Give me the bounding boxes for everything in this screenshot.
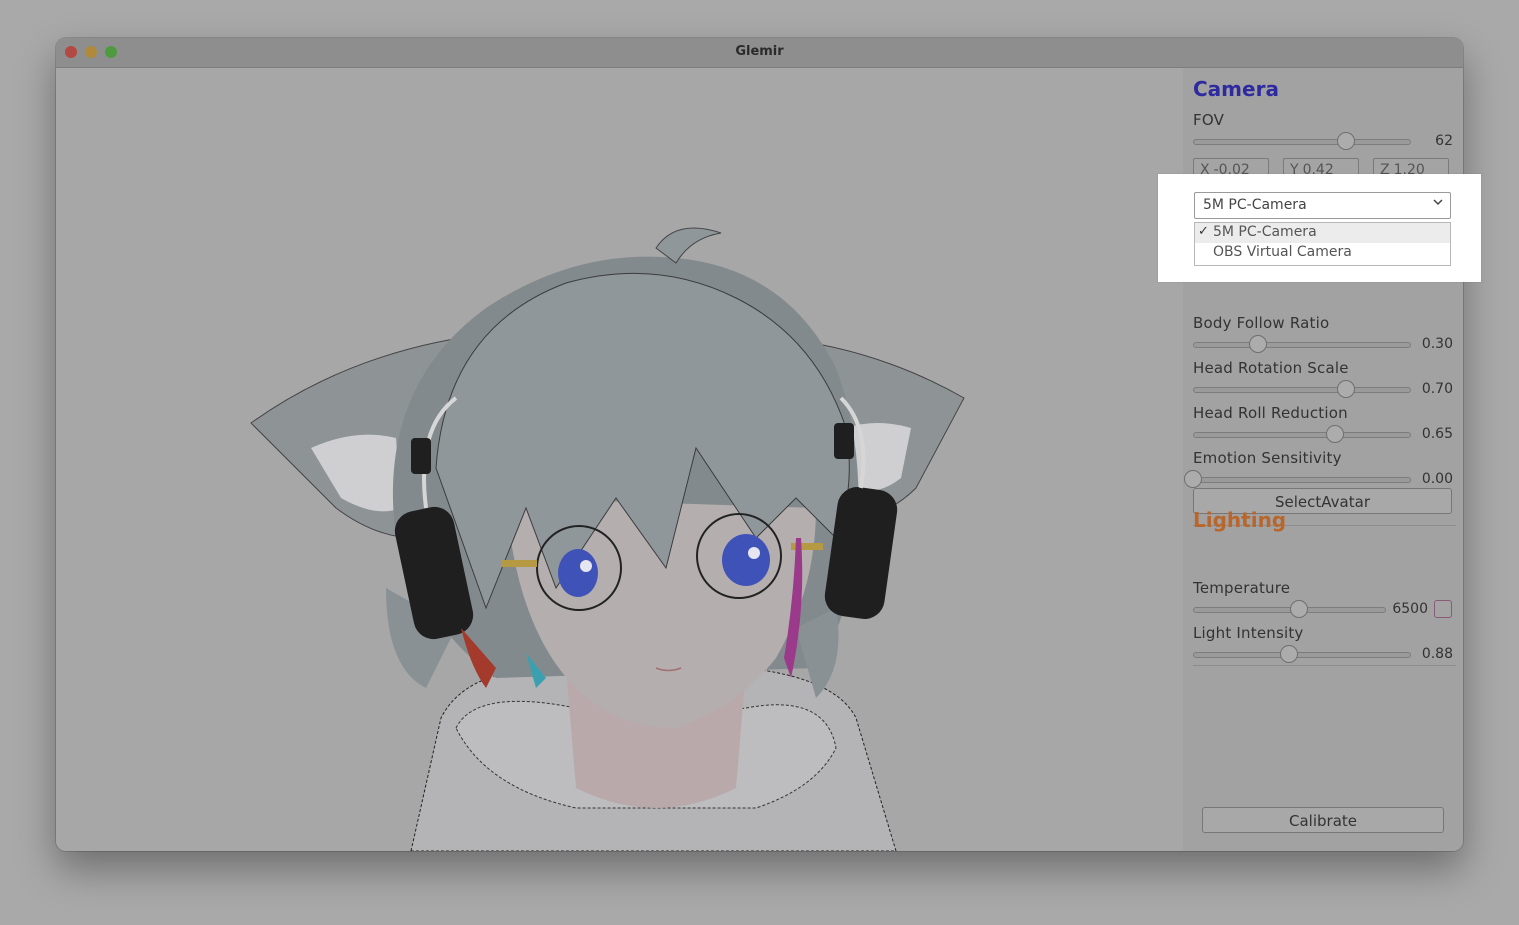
avatar-left-eye [558,549,598,597]
body-follow-ratio-value: 0.30 [1421,336,1453,352]
head-rotation-scale-value: 0.70 [1421,381,1453,397]
menu-item-label: 5M PC-Camera [1213,224,1317,240]
body-follow-ratio-thumb[interactable] [1249,335,1268,353]
light-intensity-slider[interactable] [1193,645,1411,663]
light-intensity-value: 0.88 [1421,646,1453,662]
fov-label: FOV [1193,111,1225,129]
camera-device-selected-value: 5M PC-Camera [1203,197,1307,213]
emotion-sensitivity-value: 0.00 [1421,471,1453,487]
camera-device-menu: ✓ 5M PC-Camera OBS Virtual Camera [1194,222,1451,266]
body-follow-ratio-slider[interactable] [1193,335,1411,353]
emotion-sensitivity-slider[interactable] [1184,470,1411,488]
body-follow-ratio-label: Body Follow Ratio [1193,314,1330,332]
menu-item-obs-virtual-camera[interactable]: OBS Virtual Camera [1195,243,1450,263]
fov-slider-thumb[interactable] [1336,132,1355,150]
menu-item-label: OBS Virtual Camera [1213,244,1352,260]
app-window: Glemir Camera FOV 62 X -0.02 Y 0.42 Z 1.… [56,38,1463,851]
title-bar[interactable]: Glemir [56,38,1463,68]
head-roll-reduction-label: Head Roll Reduction [1193,404,1348,422]
head-rotation-scale-slider[interactable] [1193,380,1411,398]
checkmark-icon: ✓ [1198,224,1209,239]
temperature-value: 6500 [1392,601,1428,617]
window-title: Glemir [735,44,784,59]
light-intensity-thumb[interactable] [1279,645,1298,663]
head-roll-reduction-thumb[interactable] [1325,425,1344,443]
temperature-label: Temperature [1193,579,1291,597]
menu-item-5m-pc-camera[interactable]: ✓ 5M PC-Camera [1195,223,1450,243]
lighting-section-title: Lighting [1193,508,1287,532]
temperature-checkbox[interactable] [1434,600,1452,618]
temperature-slider[interactable] [1193,600,1386,618]
fov-value: 62 [1435,133,1453,149]
avatar-viewport[interactable] [56,68,1183,851]
light-intensity-label: Light Intensity [1193,624,1304,642]
head-roll-reduction-slider[interactable] [1193,425,1411,443]
section-divider-bottom [1193,665,1456,666]
head-rotation-scale-label: Head Rotation Scale [1193,359,1349,377]
emotion-sensitivity-thumb[interactable] [1184,470,1202,488]
chevron-down-icon [1432,196,1444,212]
emotion-sensitivity-label: Emotion Sensitivity [1193,449,1342,467]
head-rotation-scale-thumb[interactable] [1336,380,1355,398]
camera-device-select[interactable]: 5M PC-Camera [1194,192,1451,219]
head-roll-reduction-value: 0.65 [1421,426,1453,442]
temperature-slider-thumb[interactable] [1290,600,1309,618]
camera-section-title: Camera [1193,77,1279,101]
avatar-right-eye [722,534,770,586]
fov-slider[interactable] [1193,132,1411,150]
avatar-render [250,227,965,851]
calibrate-button[interactable]: Calibrate [1202,807,1444,833]
